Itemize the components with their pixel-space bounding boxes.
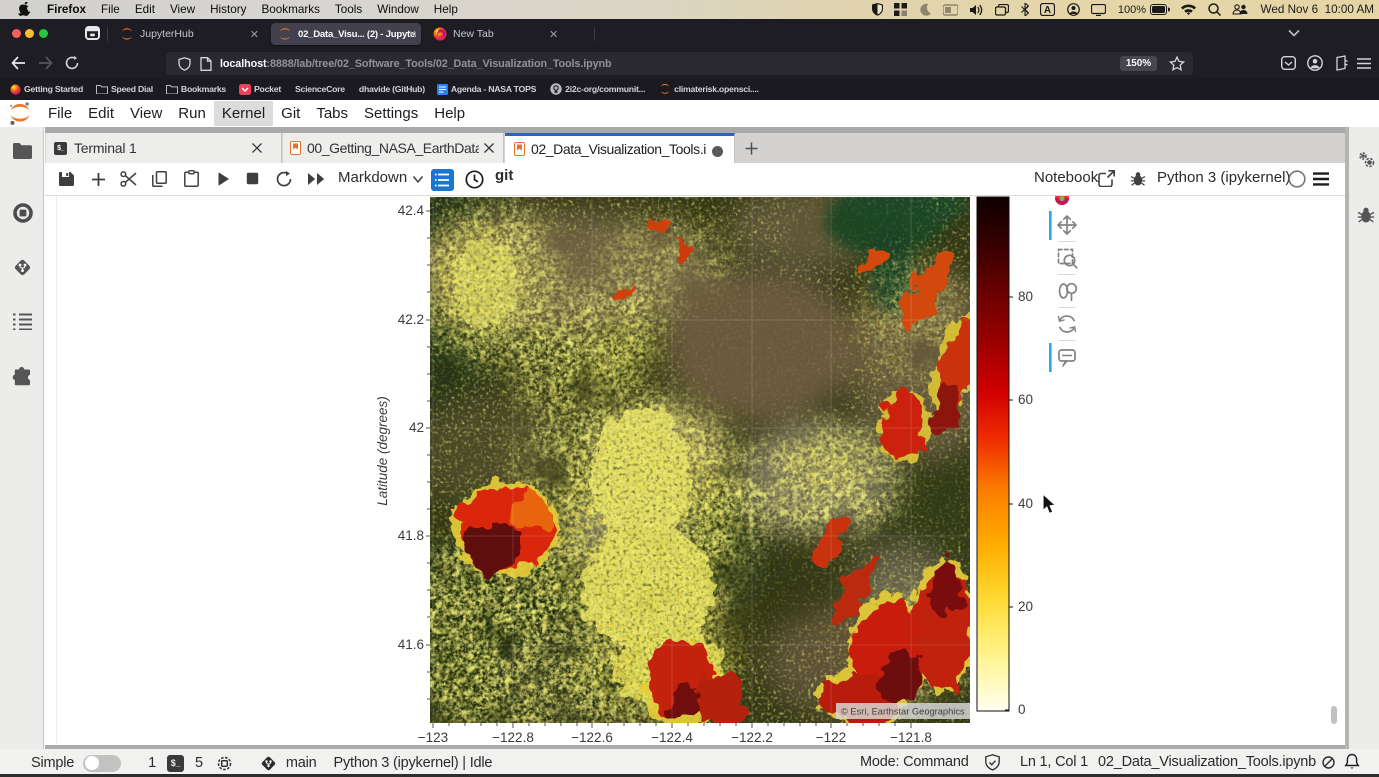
svg-text:A: A	[1044, 5, 1051, 16]
svg-text:−122.8: −122.8	[492, 730, 534, 745]
svg-text:60: 60	[1018, 392, 1033, 407]
svg-text:42.2: 42.2	[398, 312, 424, 327]
svg-text:−122: −122	[816, 730, 846, 745]
svg-text:© Esri, Earthstar Geographics: © Esri, Earthstar Geographics	[841, 707, 965, 717]
svg-text:41.6: 41.6	[398, 637, 424, 652]
svg-text:20: 20	[1018, 599, 1033, 614]
svg-text:80: 80	[1018, 289, 1033, 304]
svg-text:Latitude (degrees): Latitude (degrees)	[375, 396, 390, 506]
svg-text:−122.2: −122.2	[731, 730, 773, 745]
svg-text:−122.6: −122.6	[571, 730, 613, 745]
svg-text:−121.8: −121.8	[890, 730, 932, 745]
svg-text:0: 0	[1018, 702, 1026, 717]
svg-text:41.8: 41.8	[398, 528, 424, 543]
svg-text:−123: −123	[418, 730, 448, 745]
svg-text:40: 40	[1018, 496, 1033, 511]
svg-text:−122.4: −122.4	[651, 730, 693, 745]
svg-text:42.4: 42.4	[398, 203, 425, 218]
svg-text:42: 42	[409, 420, 424, 435]
